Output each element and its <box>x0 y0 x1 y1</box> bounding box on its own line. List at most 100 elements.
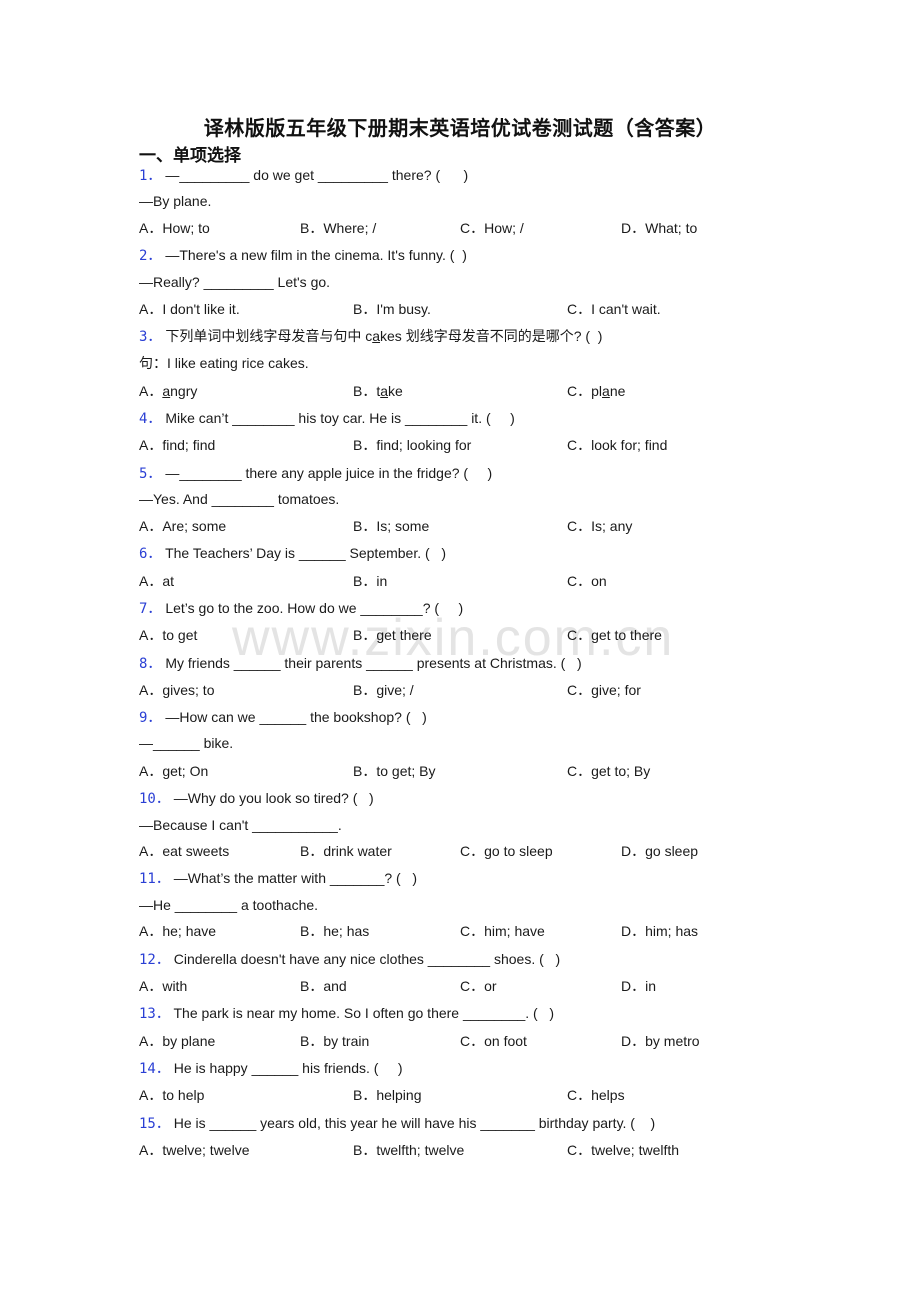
option-a[interactable]: A．to help <box>139 1086 204 1104</box>
option-a[interactable]: A．Are; some <box>139 517 226 535</box>
option-b[interactable]: B．I'm busy. <box>353 300 431 318</box>
option-b[interactable]: B．take <box>353 382 403 400</box>
option-b[interactable]: B．twelfth; twelve <box>353 1141 464 1159</box>
option-b[interactable]: B．by train <box>300 1032 369 1050</box>
option-d[interactable]: D．in <box>621 977 656 995</box>
option-a[interactable]: A．with <box>139 977 187 995</box>
option-a[interactable]: A．at <box>139 572 174 590</box>
question-5: 5． —________ there any apple juice in th… <box>139 464 492 483</box>
option-text: ngry <box>170 383 198 399</box>
question-9: 9． —How can we ______ the bookshop? ( ) <box>139 708 427 727</box>
question-stem: Let’s go to the zoo. How do we ________?… <box>165 600 464 616</box>
option-a[interactable]: A．find; find <box>139 436 215 454</box>
exam-page: www.zixin.com.cn 译林版版五年级下册期末英语培优试卷测试题（含答… <box>0 0 920 1302</box>
question-12: 12． Cinderella doesn't have any nice clo… <box>139 950 560 969</box>
question-stem: —What’s the matter with _______? ( ) <box>173 870 418 886</box>
option-d[interactable]: D．go sleep <box>621 842 698 860</box>
option-a[interactable]: A．eat sweets <box>139 842 229 860</box>
question-number: 4． <box>139 411 162 427</box>
option-a[interactable]: A．gives; to <box>139 681 214 699</box>
option-a[interactable]: A．twelve; twelve <box>139 1141 249 1159</box>
underlined-letter: a <box>380 383 389 399</box>
underlined-letter: a <box>602 383 610 399</box>
question-stem-post: kes 划线字母发音不同的是哪个? ( ) <box>380 328 603 344</box>
option-c[interactable]: C．look for; find <box>567 436 667 454</box>
option-b[interactable]: B．drink water <box>300 842 392 860</box>
option-d[interactable]: D．him; has <box>621 922 698 940</box>
option-c[interactable]: C．get to; By <box>567 762 650 780</box>
question-number: 12． <box>139 952 170 968</box>
option-a[interactable]: A．he; have <box>139 922 216 940</box>
option-label: C． <box>567 383 592 399</box>
option-c[interactable]: C．I can't wait. <box>567 300 661 318</box>
question-10: 10． —Why do you look so tired? ( ) <box>139 789 374 808</box>
question-stem: He is ______ years old, this year he wil… <box>173 1115 656 1131</box>
question-stem: —________ there any apple juice in the f… <box>165 465 493 481</box>
option-b[interactable]: B．find; looking for <box>353 436 471 454</box>
question-stem: —Why do you look so tired? ( ) <box>173 790 374 806</box>
option-b[interactable]: B．in <box>353 572 387 590</box>
option-c[interactable]: C．on foot <box>460 1032 527 1050</box>
question-15: 15． He is ______ years old, this year he… <box>139 1114 655 1133</box>
option-text: ne <box>609 383 626 399</box>
question-4: 4． Mike can’t ________ his toy car. He i… <box>139 409 515 428</box>
question-stem: He is happy ______ his friends. ( ) <box>173 1060 403 1076</box>
question-1: 1． —_________ do we get _________ there?… <box>139 166 468 185</box>
question-8: 8． My friends ______ their parents _____… <box>139 654 582 673</box>
option-a[interactable]: A．angry <box>139 382 197 400</box>
option-b[interactable]: B．he; has <box>300 922 369 940</box>
question-number: 6． <box>139 546 162 562</box>
option-a[interactable]: A．by plane <box>139 1032 215 1050</box>
option-c[interactable]: C．plane <box>567 382 625 400</box>
option-b[interactable]: B．give; / <box>353 681 414 699</box>
option-c[interactable]: C．go to sleep <box>460 842 553 860</box>
question-number: 14． <box>139 1061 170 1077</box>
option-c[interactable]: C．twelve; twelfth <box>567 1141 679 1159</box>
option-c[interactable]: C．Is; any <box>567 517 632 535</box>
question-stem: Cinderella doesn't have any nice clothes… <box>173 951 561 967</box>
option-c[interactable]: C．How; / <box>460 219 524 237</box>
question-number: 7． <box>139 601 162 617</box>
question-number: 13． <box>139 1006 170 1022</box>
question-number: 2． <box>139 248 162 264</box>
option-a[interactable]: A．I don't like it. <box>139 300 240 318</box>
option-label: A． <box>139 383 163 399</box>
question-stem: —How can we ______ the bookshop? ( ) <box>165 709 427 725</box>
underlined-letter: a <box>372 328 381 344</box>
question-11: 11． —What’s the matter with _______? ( ) <box>139 869 417 888</box>
option-b[interactable]: B．to get; By <box>353 762 435 780</box>
option-b[interactable]: B．helping <box>353 1086 422 1104</box>
dialogue-line: —______ bike. <box>139 735 234 751</box>
option-a[interactable]: A．get; On <box>139 762 208 780</box>
option-a[interactable]: A．How; to <box>139 219 210 237</box>
option-a[interactable]: A．to get <box>139 626 197 644</box>
option-c[interactable]: C．on <box>567 572 607 590</box>
dialogue-line: —Really? _________ Let's go. <box>139 274 331 290</box>
question-14: 14． He is happy ______ his friends. ( ) <box>139 1059 403 1078</box>
section-heading: 一、单项选择 <box>139 146 241 166</box>
option-d[interactable]: D．What; to <box>621 219 697 237</box>
option-c[interactable]: C．him; have <box>460 922 545 940</box>
option-c[interactable]: C．helps <box>567 1086 625 1104</box>
option-b[interactable]: B．and <box>300 977 347 995</box>
dialogue-line: —Yes. And ________ tomatoes. <box>139 491 340 507</box>
option-c[interactable]: C．get to there <box>567 626 662 644</box>
option-label: B． <box>353 383 377 399</box>
option-d[interactable]: D．by metro <box>621 1032 700 1050</box>
option-b[interactable]: B．get there <box>353 626 432 644</box>
option-b[interactable]: B．Where; / <box>300 219 376 237</box>
question-2: 2． —There's a new film in the cinema. It… <box>139 246 467 265</box>
option-c[interactable]: C．or <box>460 977 497 995</box>
dialogue-line: —He ________ a toothache. <box>139 897 319 913</box>
question-stem: The park is near my home. So I often go … <box>173 1005 555 1021</box>
option-b[interactable]: B．Is; some <box>353 517 429 535</box>
sentence-line: 句：I like eating rice cakes. <box>139 355 309 371</box>
question-6: 6． The Teachers’ Day is ______ September… <box>139 544 446 563</box>
question-number: 10． <box>139 791 170 807</box>
option-text: pl <box>591 383 603 399</box>
option-c[interactable]: C．give; for <box>567 681 641 699</box>
question-number: 3． <box>139 329 162 345</box>
question-number: 5． <box>139 466 162 482</box>
question-number: 1． <box>139 168 162 184</box>
dialogue-line: —Because I can't ___________. <box>139 817 342 833</box>
